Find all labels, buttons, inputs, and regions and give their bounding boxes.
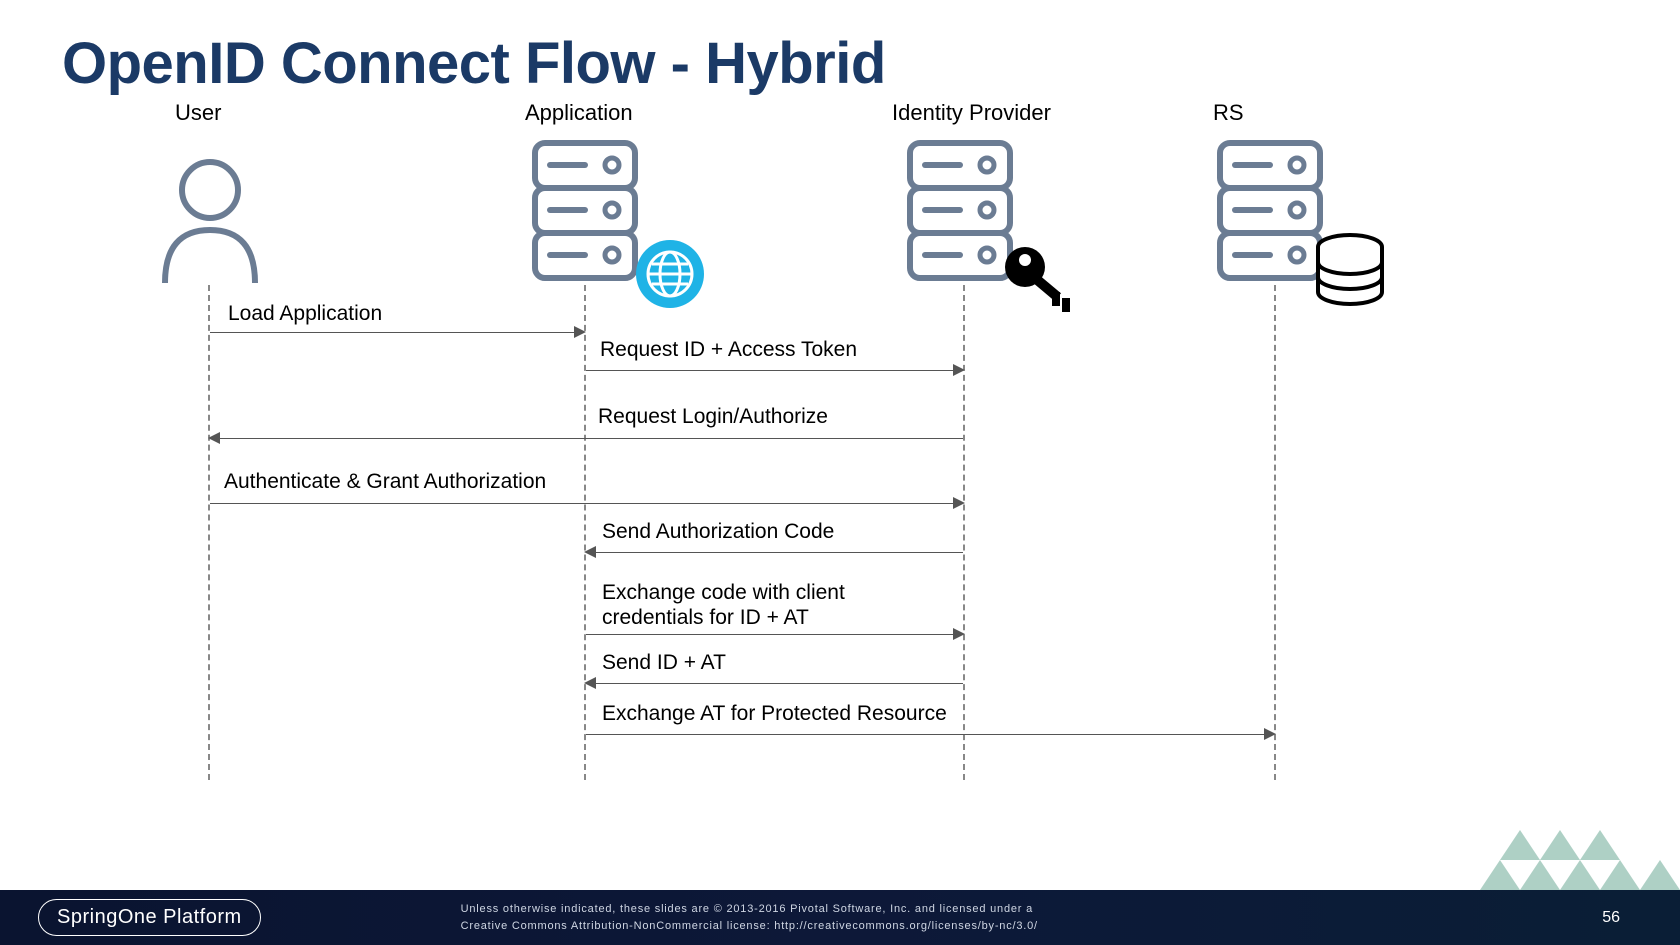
copyright-line1: Unless otherwise indicated, these slides…	[461, 903, 1033, 915]
arrow	[586, 734, 1270, 735]
actor-rs-label: RS	[1213, 100, 1244, 126]
arrow	[590, 683, 963, 684]
database-icon	[1310, 232, 1390, 317]
msg-exchange-code: Exchange code with client credentials fo…	[602, 580, 902, 630]
footer: SpringOne Platform Unless otherwise indi…	[0, 890, 1680, 945]
page-number: 56	[1602, 909, 1620, 927]
springone-badge: SpringOne Platform	[38, 899, 261, 936]
key-icon	[1000, 242, 1075, 317]
arrow-head	[208, 432, 220, 444]
user-icon	[155, 155, 265, 290]
slide-title: OpenID Connect Flow - Hybrid	[62, 30, 886, 97]
arrow-head	[953, 497, 965, 509]
arrow-head	[584, 546, 596, 558]
msg-send-auth-code: Send Authorization Code	[602, 520, 834, 544]
arrow	[210, 503, 959, 504]
msg-load-application: Load Application	[228, 302, 382, 326]
msg-request-login-authorize: Request Login/Authorize	[598, 405, 828, 429]
arrow	[210, 332, 580, 333]
arrow-head	[574, 326, 586, 338]
arrow	[590, 552, 963, 553]
actor-application-label: Application	[525, 100, 633, 126]
arrow-head	[1264, 728, 1276, 740]
decorative-triangles	[1080, 830, 1680, 890]
actor-idp-label: Identity Provider	[892, 100, 1051, 126]
msg-exchange-at-resource: Exchange AT for Protected Resource	[602, 702, 947, 726]
lifeline-rs	[1274, 285, 1276, 780]
globe-icon	[634, 238, 706, 315]
server-icon	[530, 138, 650, 308]
lifeline-user	[208, 285, 210, 780]
msg-send-id-at: Send ID + AT	[602, 651, 726, 675]
copyright-text: Unless otherwise indicated, these slides…	[461, 901, 1038, 934]
actor-user-label: User	[175, 100, 221, 126]
lifeline-application	[584, 285, 586, 780]
arrow-head	[953, 364, 965, 376]
arrow-head	[584, 677, 596, 689]
arrow	[214, 438, 963, 439]
arrow-head	[953, 628, 965, 640]
copyright-line2: Creative Commons Attribution-NonCommerci…	[461, 920, 1038, 932]
msg-request-id-access-token: Request ID + Access Token	[600, 338, 857, 362]
arrow	[586, 370, 959, 371]
msg-authenticate-grant: Authenticate & Grant Authorization	[224, 470, 546, 494]
arrow	[586, 634, 959, 635]
lifeline-idp	[963, 285, 965, 780]
